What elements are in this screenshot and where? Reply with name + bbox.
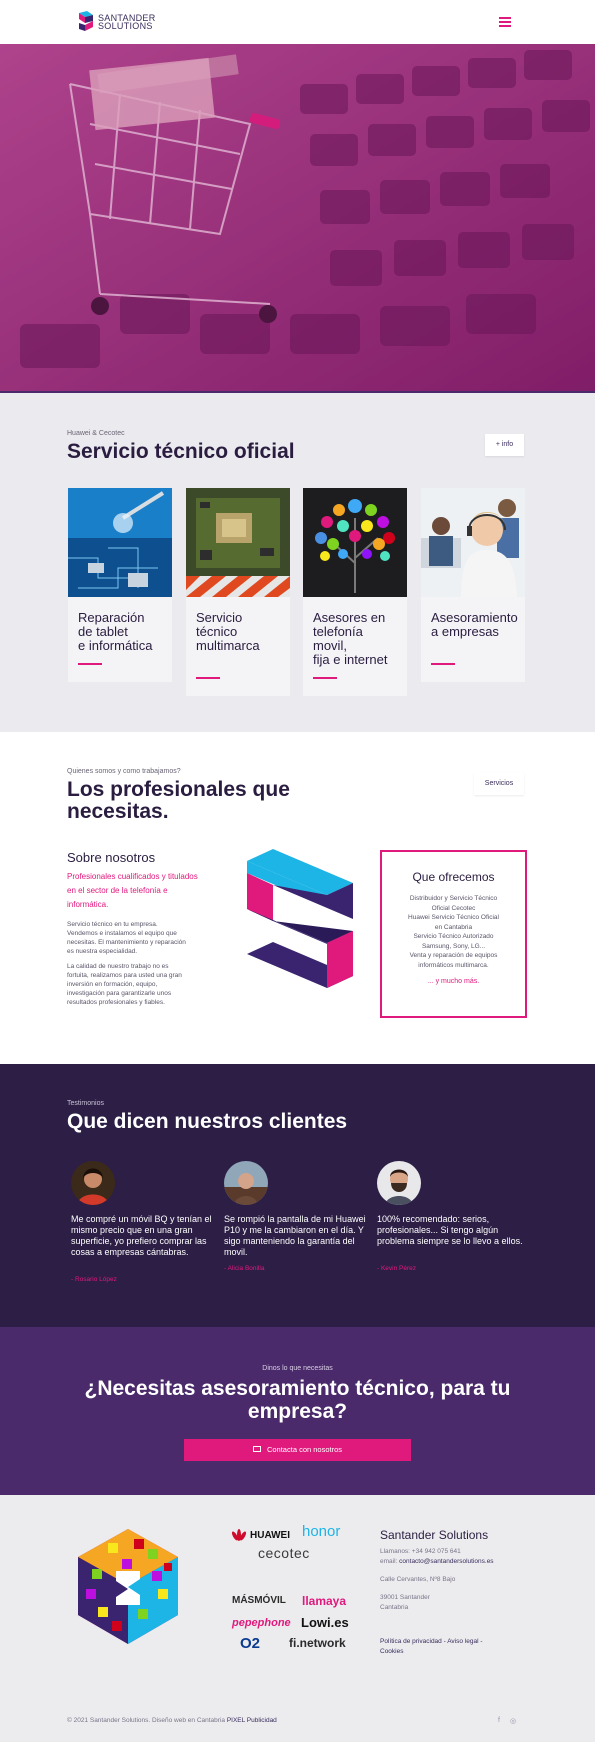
testimonial-author: - Alicia Bonilla (224, 1265, 265, 1272)
about-body-line: inversión en formación, equipo, (67, 981, 158, 988)
mosaic-logo-icon (78, 1529, 178, 1644)
hero-keyboard-cart-image (0, 44, 595, 392)
about-body-line: Servicio técnico en tu empresa. (67, 921, 158, 928)
service-card-tablet[interactable]: Reparación de tablet e informática (68, 488, 172, 682)
que-ofrecemos-list: Distribuidor y Servicio Técnico Oficial … (408, 895, 499, 969)
logo[interactable]: SANTANDER SOLUTIONS (77, 11, 156, 33)
service-card-multimarca[interactable]: Servicio técnico multimarca (186, 488, 290, 696)
footer-city: 39001 Santander (380, 1594, 430, 1601)
service-image-app-tree (303, 488, 407, 597)
brand-cecotec: cecotec (258, 1545, 310, 1561)
cta-title: ¿Necesitas asesoramiento técnico, para t… (84, 1377, 511, 1423)
card-accent-bar (431, 663, 455, 665)
footer-cookies-link[interactable]: Cookies (380, 1648, 403, 1655)
avatar (377, 1161, 421, 1205)
que-ofrecemos-more: ... y mucho más. (427, 978, 480, 985)
about-title-line-1: Los profesionales que (67, 778, 290, 801)
service-card-asesores[interactable]: Asesores en telefonía movil, fija e inte… (303, 488, 407, 696)
avatar (71, 1161, 115, 1205)
sobre-nosotros-title: Sobre nosotros (67, 850, 156, 865)
service-image-motherboard (186, 488, 290, 597)
footer-legal-links[interactable]: Política de privacidad - Aviso legal - (380, 1638, 483, 1645)
services-eyebrow: Huawei & Cecotec (67, 430, 125, 437)
copyright: © 2021 Santander Solutions. Diseño web e… (67, 1717, 277, 1724)
service-image-circuit (68, 488, 172, 597)
about-body-line: Vendemos e instalamos el equipo que (67, 930, 177, 937)
about-accent-line: informática. (67, 900, 109, 909)
card-accent-bar (78, 663, 102, 665)
service-card-label: Asesoramiento a empresas (431, 610, 518, 639)
cta-section: Dinos lo que necesitas ¿Necesitas asesor… (0, 1327, 595, 1495)
logo-mark-icon (79, 11, 93, 31)
copyright-text: © 2021 Santander Solutions. Diseño web e… (67, 1717, 227, 1724)
about-body-text: Servicio técnico en tu empresa. Vendemos… (67, 920, 227, 1007)
testimonial-author: - Rosario López (71, 1276, 117, 1283)
services-title: Servicio técnico oficial (67, 440, 295, 463)
testimonial-quote: 100% recomendado: serios, profesionales.… (377, 1214, 523, 1246)
footer-title: Santander Solutions (380, 1528, 489, 1542)
footer-email-label: email: (380, 1558, 400, 1565)
footer-region: Cantabria (380, 1604, 409, 1611)
brand-lowi: Lowi.es (301, 1615, 349, 1630)
mail-icon (252, 1446, 261, 1453)
footer-email[interactable]: email: contacto@santandersolutions.es (380, 1558, 494, 1565)
testimonials-eyebrow: Testimonios (67, 1100, 104, 1107)
card-accent-bar (196, 677, 220, 679)
about-body-line: resultados profesionales y fiables. (67, 999, 165, 1006)
testimonial-quote: Se rompió la pantalla de mi Huawei P10 y… (224, 1214, 366, 1257)
contact-button[interactable]: Contacta con nosotros (184, 1439, 411, 1461)
footer-email-address[interactable]: contacto@santandersolutions.es (399, 1558, 493, 1565)
about-accent-line: en el sector de la telefonía e (67, 886, 168, 895)
testimonial-quote: Me compré un móvil BQ y tenían el mismo … (71, 1214, 212, 1257)
instagram-icon[interactable]: ◎ (510, 1717, 516, 1725)
service-card-label: Servicio técnico multimarca (196, 610, 260, 653)
service-card-empresas[interactable]: Asesoramiento a empresas (421, 488, 525, 682)
about-body-line: investigación para garantizarle unos (67, 990, 172, 997)
brand-honor: honor (302, 1523, 341, 1540)
footer-phone[interactable]: Llamanos: +34 942 075 641 (380, 1548, 461, 1555)
about-section: Quienes somos y como trabajamos? Los pro… (0, 732, 595, 1064)
brand-o2: O2 (240, 1635, 261, 1652)
about-accent-line: Profesionales cualificados y titulados (67, 872, 198, 881)
about-body-line: necesitas. El mantenimiento y reparación (67, 939, 186, 946)
about-body-line: es nuestra especialidad. (67, 948, 138, 955)
brand-s-logo-icon (247, 849, 353, 988)
about-title-line-2: necesitas. (67, 800, 169, 823)
service-card-label: Asesores en telefonía movil, fija e inte… (313, 610, 388, 667)
contact-button-label: Contacta con nosotros (266, 1445, 343, 1454)
service-card-label: Reparación de tablet e informática (78, 610, 153, 653)
services-section: Huawei & Cecotec Servicio técnico oficia… (0, 393, 595, 732)
about-eyebrow: Quienes somos y como trabajamos? (67, 768, 181, 775)
logo-text: SANTANDER SOLUTIONS (98, 14, 156, 31)
brand-pepephone: pepephone (232, 1617, 291, 1629)
testimonials-section: Testimonios Que dicen nuestros clientes … (0, 1064, 595, 1327)
facebook-icon[interactable]: f (498, 1717, 500, 1724)
brand-huawei: HUAWEI (250, 1530, 290, 1541)
hero-image (0, 44, 595, 392)
testimonial-author: - Kevin Pérez (377, 1265, 417, 1272)
about-body-line: La calidad de nuestro trabajo no es (67, 963, 169, 970)
menu-icon[interactable] (499, 17, 511, 27)
about-title: Los profesionales que necesitas. (67, 779, 290, 823)
logo-line-2: SOLUTIONS (98, 21, 153, 31)
cta-eyebrow: Dinos lo que necesitas (262, 1365, 333, 1372)
que-ofrecemos-title: Que ofrecemos (412, 870, 495, 884)
site-header: SANTANDER SOLUTIONS (0, 0, 595, 44)
site-footer: HUAWEI honor cecotec MÁSMÓVIL llamaya pe… (0, 1495, 595, 1742)
brand-masmovil: MÁSMÓVIL (232, 1595, 286, 1606)
brand-llamaya: llamaya (302, 1594, 347, 1608)
que-ofrecemos-box: Que ofrecemos Distribuidor y Servicio Té… (380, 850, 527, 1018)
agency-link[interactable]: PIXEL Publicidad (227, 1717, 277, 1724)
huawei-logo-icon (231, 1529, 247, 1541)
about-body-line: fortuita, realizamos para usted una gran (67, 972, 182, 979)
service-image-call-center (421, 488, 525, 597)
avatar (224, 1161, 268, 1205)
about-accent-text: Profesionales cualificados y titulados e… (67, 870, 227, 912)
footer-street: Calle Cervantes, Nº8 Bajo (380, 1576, 456, 1583)
services-button[interactable]: Servicios (474, 773, 524, 795)
brand-finetwork: fi.network (289, 1636, 346, 1650)
card-accent-bar (313, 677, 337, 679)
more-info-button[interactable]: + info (485, 434, 524, 456)
testimonials-title: Que dicen nuestros clientes (67, 1110, 348, 1133)
